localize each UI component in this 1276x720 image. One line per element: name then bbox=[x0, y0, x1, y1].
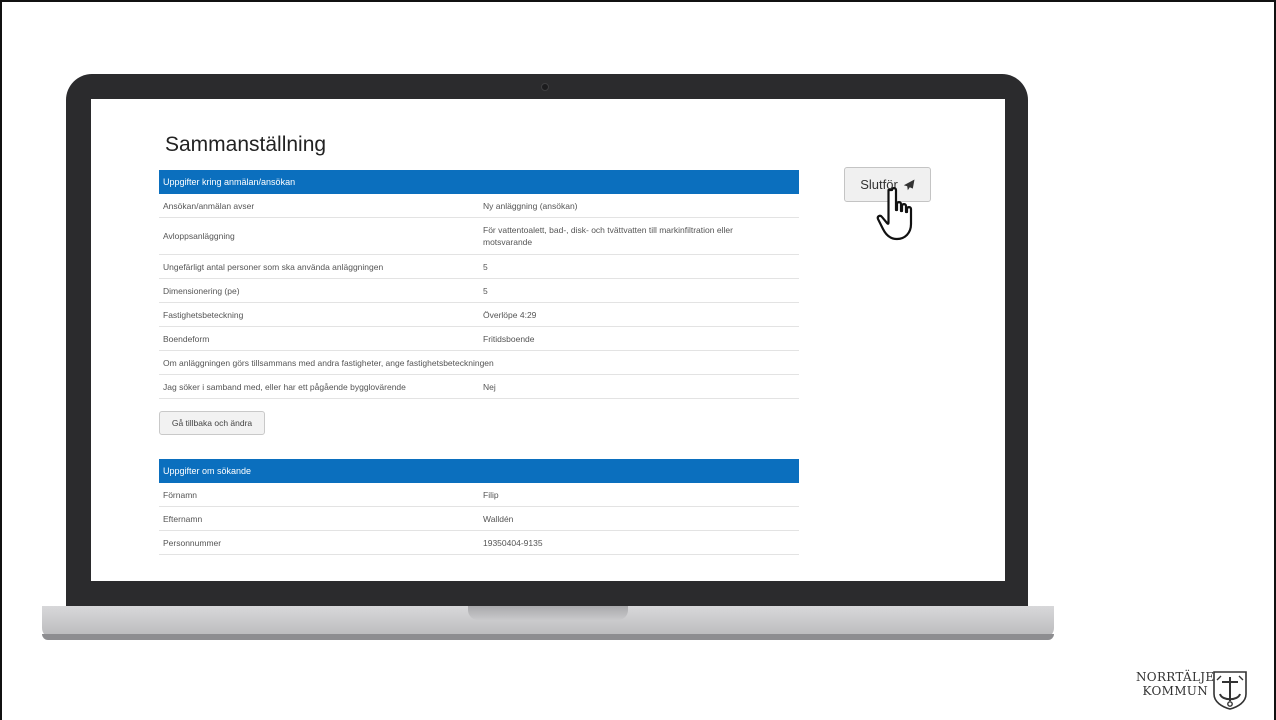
table-row: Fastighetsbeteckning Överlöpe 4:29 bbox=[159, 303, 799, 327]
row-label: Dimensionering (pe) bbox=[163, 285, 240, 296]
table-row: Om anläggningen görs tillsammans med and… bbox=[159, 351, 799, 375]
table-row: Avloppsanläggning För vattentoalett, bad… bbox=[159, 218, 799, 255]
applicant-table: Förnamn Filip Efternamn Walldén Personnu… bbox=[159, 483, 799, 555]
row-value: Överlöpe 4:29 bbox=[483, 309, 537, 320]
row-value: För vattentoalett, bad-, disk- och tvätt… bbox=[483, 225, 733, 247]
section-header-application: Uppgifter kring anmälan/ansökan bbox=[159, 170, 799, 194]
table-row: Dimensionering (pe) 5 bbox=[159, 279, 799, 303]
row-label: Personnummer bbox=[163, 537, 222, 548]
row-label: Förnamn bbox=[163, 489, 198, 500]
row-label: Jag söker i samband med, eller har ett p… bbox=[163, 381, 406, 392]
table-row: Boendeform Fritidsboende bbox=[159, 327, 799, 351]
hand-pointer-icon bbox=[876, 187, 913, 241]
logo-line-2: KOMMUN bbox=[1142, 684, 1208, 698]
row-value: 19350404-9135 bbox=[483, 537, 543, 548]
row-label: Om anläggningen görs tillsammans med and… bbox=[163, 357, 494, 368]
go-back-and-edit-button[interactable]: Gå tillbaka och ändra bbox=[159, 411, 265, 435]
row-label: Ungefärligt antal personer som ska använ… bbox=[163, 261, 384, 272]
table-row: Personnummer 19350404-9135 bbox=[159, 531, 799, 555]
page-title: Sammanställning bbox=[165, 133, 327, 156]
table-row: Jag söker i samband med, eller har ett p… bbox=[159, 375, 799, 399]
application-table: Ansökan/anmälan avser Ny anläggning (ans… bbox=[159, 194, 799, 399]
row-value: 5 bbox=[483, 285, 488, 296]
section-header-applicant: Uppgifter om sökande bbox=[159, 459, 799, 483]
table-row: Efternamn Walldén bbox=[159, 507, 799, 531]
row-label: Ansökan/anmälan avser bbox=[163, 200, 255, 211]
row-value: Filip bbox=[483, 489, 499, 500]
row-label: Fastighetsbeteckning bbox=[163, 309, 244, 320]
row-label: Avloppsanläggning bbox=[163, 231, 235, 241]
row-value: 5 bbox=[483, 261, 488, 272]
row-value: Nej bbox=[483, 381, 496, 392]
camera-dot bbox=[541, 83, 549, 91]
laptop-base-shadow bbox=[42, 634, 1054, 640]
logo-line-1: NORRTÄLJE bbox=[1136, 670, 1215, 684]
table-row: Ansökan/anmälan avser Ny anläggning (ans… bbox=[159, 194, 799, 218]
row-value: Ny anläggning (ansökan) bbox=[483, 200, 578, 211]
table-row: Förnamn Filip bbox=[159, 483, 799, 507]
laptop-hinge-notch bbox=[468, 606, 628, 620]
table-row: Ungefärligt antal personer som ska använ… bbox=[159, 255, 799, 279]
row-label: Efternamn bbox=[163, 513, 203, 524]
row-value: Fritidsboende bbox=[483, 333, 535, 344]
laptop-screen: Sammanställning Uppgifter kring anmälan/… bbox=[91, 99, 1005, 581]
row-label: Boendeform bbox=[163, 333, 210, 344]
anchor-shield-icon bbox=[1213, 671, 1247, 710]
row-value: Walldén bbox=[483, 513, 514, 524]
norrtalje-kommun-logo: NORRTÄLJE KOMMUN bbox=[1136, 670, 1254, 714]
